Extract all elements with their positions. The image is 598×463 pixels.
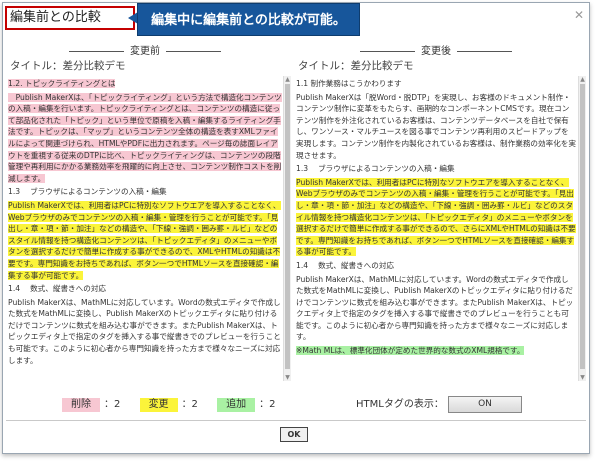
after-label: 変更後 (421, 46, 451, 57)
header-rule (69, 50, 124, 52)
html-tag-label: HTMLタグの表示： (356, 399, 444, 410)
left-paragraph-text: Publish MakerXは、「トピックライティング」という方法で構造化コンテ… (8, 92, 282, 183)
right-paragraph-text: Publish MakerXは「脱Word・脱DTP」を実現し、お客様のドキュメ… (296, 92, 576, 160)
right-doc-title: タイトル：差分比較デモ (298, 60, 414, 72)
deleted-count: ：2 (104, 399, 121, 410)
left-paragraph: Publish MakerXは、MathMLに対応しています。Wordの数式エデ… (8, 297, 282, 367)
close-icon[interactable]: ✕ (573, 9, 585, 21)
right-paragraph: ※Math MLは、標準化団体が定めた世界的な数式のXML規格です。 (296, 345, 576, 357)
added-count: ：2 (259, 399, 276, 410)
left-paragraph: 1.3 ブラウザによるコンテンツの入稿・編集 (8, 186, 282, 198)
right-paragraph: Publish MakerXは、MathMLに対応しています。Wordの数式エデ… (296, 274, 576, 344)
diff-legend: 削除 ：2 変更 ：2 追加 ：2 (62, 398, 292, 412)
scroll-thumb[interactable] (580, 84, 585, 369)
deleted-chip: 削除 (62, 398, 100, 412)
header-rule (166, 50, 221, 52)
right-paragraph-text: Publish MakerXでは、利用者はPCに特別なソフトウエアを導入すること… (296, 177, 576, 257)
left-paragraph: 1.4 数式、縦書きへの対応 (8, 283, 282, 295)
changed-count: ：2 (181, 399, 198, 410)
before-content-pane[interactable]: 1.2. トピックライティングとは Publish MakerXは、「トピックラ… (8, 76, 282, 394)
right-paragraph: Publish MakerXは「脱Word・脱DTP」を実現し、お客様のドキュメ… (296, 92, 576, 162)
left-paragraph-text: 1.2. トピックライティングとは (8, 79, 116, 88)
scroll-down-icon[interactable]: ▼ (579, 374, 586, 381)
right-paragraph: 1.3 ブラウザによるコンテンツの入稿・編集 (296, 163, 576, 175)
ok-button[interactable]: OK (280, 427, 308, 442)
changed-chip: 変更 (139, 398, 178, 412)
right-paragraph-text: 1.1 制作業務はこうかわります (296, 79, 402, 88)
right-paragraph: 1.4 数式、縦書きへの対応 (296, 260, 576, 272)
left-paragraph-text: Publish MakerXは、MathMLに対応しています。Wordの数式エデ… (8, 297, 281, 365)
scroll-down-icon[interactable]: ▼ (284, 374, 291, 381)
after-content-pane[interactable]: 1.1 制作業務はこうかわります Publish MakerXは「脱Word・脱D… (296, 76, 576, 394)
before-label: 変更前 (130, 46, 160, 57)
header-rule (457, 50, 512, 52)
scroll-up-icon[interactable]: ▲ (579, 76, 586, 83)
right-paragraph: Publish MakerXでは、利用者はPCに特別なソフトウエアを導入すること… (296, 177, 576, 258)
left-paragraph-text: Publish MakerXでは、利用者はPCに特別なソフトウエアを導入すること… (8, 200, 281, 280)
dialog-title: 編集前との比較 (5, 6, 135, 30)
right-paragraph-text: 1.4 数式、縦書きへの対応 (296, 260, 395, 270)
left-doc-title: タイトル：差分比較デモ (10, 60, 126, 72)
added-chip: 追加 (217, 398, 256, 412)
right-pane-header: 変更後 (296, 42, 576, 57)
right-paragraph-text: ※Math MLは、標準化団体が定めた世界的な数式のXML規格です。 (296, 346, 525, 356)
left-paragraph: Publish MakerXでは、利用者はPCに特別なソフトウエアを導入すること… (8, 200, 282, 281)
scroll-thumb[interactable] (285, 84, 290, 369)
left-paragraph: 1.2. トピックライティングとは (8, 78, 282, 90)
left-paragraph: Publish MakerXは、「トピックライティング」という方法で構造化コンテ… (8, 92, 282, 185)
right-paragraph-text: Publish MakerXは、MathMLに対応しています。Wordの数式エデ… (296, 274, 574, 342)
right-scrollbar[interactable]: ▲ ▼ (578, 76, 586, 381)
header-rule (360, 50, 415, 52)
footer-divider (6, 420, 586, 421)
left-paragraph-text: 1.4 数式、縦書きへの対応 (8, 284, 107, 294)
left-paragraph-text: 1.3 ブラウザによるコンテンツの入稿・編集 (8, 187, 167, 197)
html-tag-toggle[interactable]: ON (448, 396, 522, 413)
right-paragraph: 1.1 制作業務はこうかわります (296, 78, 576, 90)
left-pane-header: 変更前 (8, 42, 282, 57)
left-scrollbar[interactable]: ▲ ▼ (283, 76, 291, 381)
right-paragraph-text: 1.3 ブラウザによるコンテンツの入稿・編集 (296, 164, 455, 174)
callout-annotation: 編集中に編集前との比較が可能。 (137, 3, 360, 36)
scroll-up-icon[interactable]: ▲ (284, 76, 291, 83)
